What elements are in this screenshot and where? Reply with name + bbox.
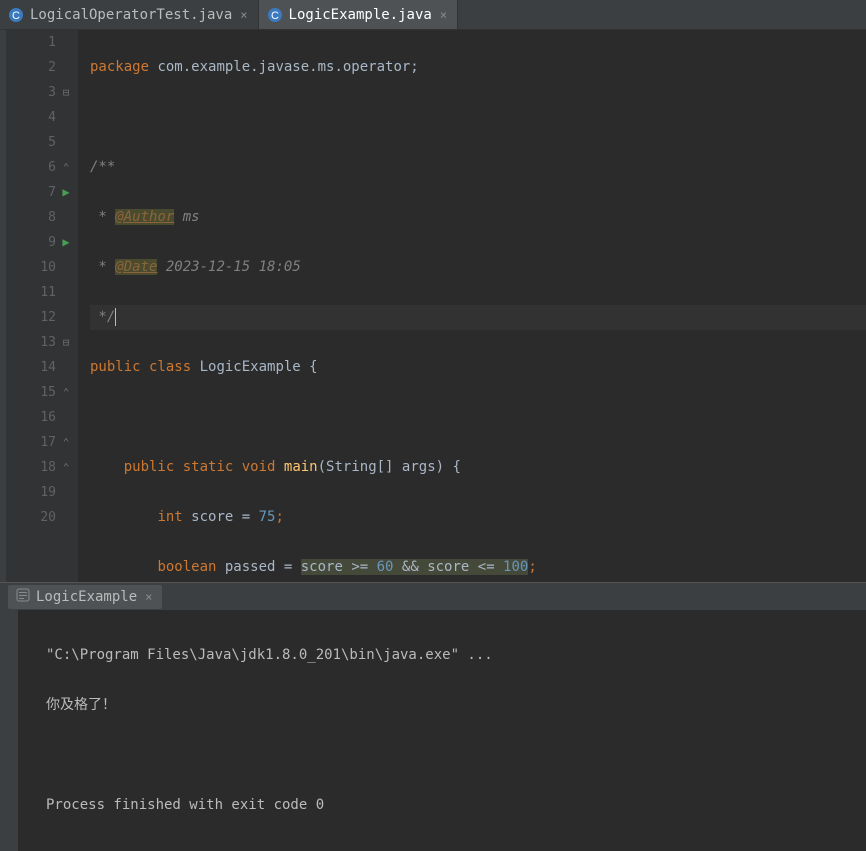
tab-logic-example[interactable]: C LogicExample.java ×: [259, 0, 459, 29]
code-area[interactable]: package com.example.javase.ms.operator; …: [78, 30, 866, 582]
tab-label: LogicalOperatorTest.java: [30, 7, 232, 23]
keyword: public: [124, 459, 175, 475]
javadoc-tag: @Author: [115, 209, 174, 225]
run-config-icon: [16, 588, 30, 606]
run-tab-label: LogicExample: [36, 589, 137, 605]
fold-end-icon[interactable]: ⌃: [58, 430, 74, 455]
svg-text:C: C: [12, 10, 20, 22]
editor-tabs: C LogicalOperatorTest.java × C LogicExam…: [0, 0, 866, 30]
console-output[interactable]: "C:\Program Files\Java\jdk1.8.0_201\bin\…: [0, 610, 866, 851]
tab-label: LogicExample.java: [289, 7, 432, 23]
tab-logical-operator-test[interactable]: C LogicalOperatorTest.java ×: [0, 0, 259, 29]
text-caret: [115, 308, 116, 326]
comment: *: [90, 209, 115, 225]
javadoc-tag: @Date: [115, 259, 157, 275]
close-icon[interactable]: ×: [438, 8, 449, 22]
keyword: public: [90, 359, 141, 375]
params: (String[] args): [318, 459, 453, 475]
semicolon: ;: [275, 509, 283, 525]
keyword: boolean: [157, 559, 216, 575]
comment: /**: [90, 159, 115, 175]
run-tab[interactable]: LogicExample ×: [8, 585, 162, 609]
code-text: com.example.javase.ms.operator;: [149, 59, 419, 75]
fold-end-icon[interactable]: ⌃: [58, 380, 74, 405]
line-gutter: 1 2 3⊟ 4 5 6⌃ 7▶ 8 9▶ 10 11 12 13⊟ 14 15…: [6, 30, 78, 582]
comment: */: [90, 309, 115, 325]
indent: [90, 459, 124, 475]
keyword: package: [90, 59, 149, 75]
code-editor[interactable]: 1 2 3⊟ 4 5 6⌃ 7▶ 8 9▶ 10 11 12 13⊟ 14 15…: [6, 30, 866, 582]
brace: {: [309, 359, 317, 375]
number: 75: [259, 509, 276, 525]
keyword: class: [141, 359, 192, 375]
highlighted-expr: score >= 60 && score <= 100: [301, 559, 529, 575]
comment: *: [90, 259, 115, 275]
console-line: [46, 743, 856, 768]
close-icon[interactable]: ×: [143, 590, 154, 604]
class-name: LogicExample: [191, 359, 309, 375]
keyword: int: [157, 509, 182, 525]
keyword: void: [233, 459, 275, 475]
fold-end-icon[interactable]: ⌃: [58, 155, 74, 180]
brace: {: [452, 459, 460, 475]
indent: [90, 559, 157, 575]
run-toolwindow-header: LogicExample ×: [0, 582, 866, 610]
svg-text:C: C: [271, 10, 279, 22]
indent: [90, 509, 157, 525]
run-gutter-icon[interactable]: ▶: [58, 230, 74, 255]
fold-icon[interactable]: ⊟: [58, 330, 74, 355]
comment: 2023-12-15 18:05: [157, 259, 300, 275]
fold-icon[interactable]: ⊟: [58, 80, 74, 105]
console-line: Process finished with exit code 0: [46, 793, 856, 818]
semicolon: ;: [528, 559, 536, 575]
console-line: 你及格了！: [46, 693, 856, 718]
console-line: "C:\Program Files\Java\jdk1.8.0_201\bin\…: [46, 643, 856, 668]
java-class-icon: C: [267, 7, 283, 23]
keyword: static: [174, 459, 233, 475]
fold-end-icon[interactable]: ⌃: [58, 455, 74, 480]
code-text: score =: [183, 509, 259, 525]
close-icon[interactable]: ×: [238, 8, 249, 22]
java-class-icon: C: [8, 7, 24, 23]
method-name: main: [275, 459, 317, 475]
run-gutter-icon[interactable]: ▶: [58, 180, 74, 205]
comment: ms: [174, 209, 199, 225]
code-text: passed =: [216, 559, 300, 575]
